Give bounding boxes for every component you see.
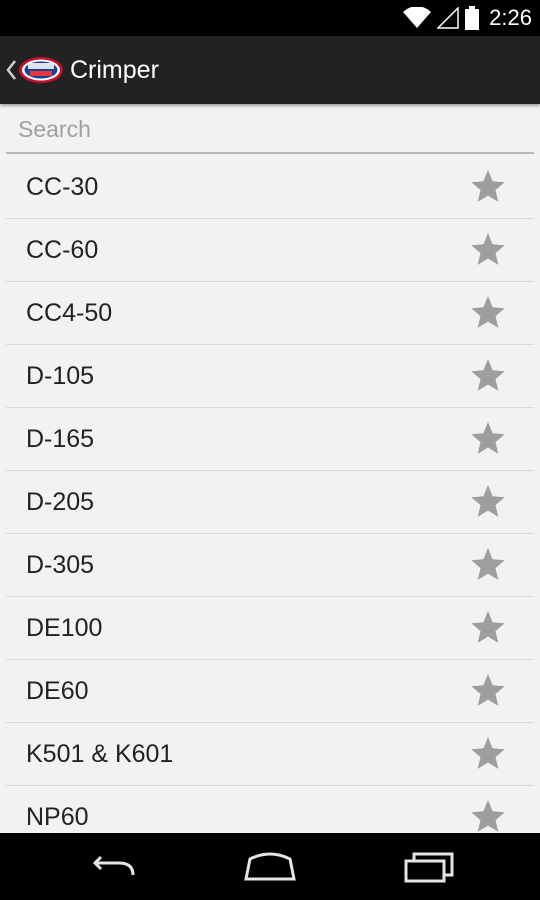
star-icon[interactable] (469, 609, 507, 647)
app-logo-icon[interactable] (18, 54, 64, 86)
star-icon[interactable] (469, 735, 507, 773)
list-item[interactable]: D-165 (6, 408, 534, 471)
star-icon[interactable] (469, 546, 507, 584)
list-item-label: NP60 (26, 802, 89, 831)
list-item-label: CC-60 (26, 235, 99, 264)
list-item-label: DE100 (26, 613, 103, 642)
star-icon[interactable] (469, 168, 507, 206)
status-icons: 2:26 (403, 0, 532, 36)
recents-icon[interactable] (398, 847, 458, 887)
status-bar: 2:26 (0, 0, 540, 36)
star-icon[interactable] (469, 294, 507, 332)
back-icon[interactable] (83, 847, 143, 887)
list-item[interactable]: D-205 (6, 471, 534, 534)
star-icon[interactable] (469, 231, 507, 269)
up-chevron-icon[interactable] (4, 56, 18, 84)
star-icon[interactable] (469, 483, 507, 521)
status-time: 2:26 (489, 5, 532, 30)
list-item[interactable]: D-105 (6, 345, 534, 408)
list-item[interactable]: NP60 (6, 786, 534, 833)
list-item-label: D-105 (26, 361, 95, 390)
navigation-bar (0, 833, 540, 900)
star-icon[interactable] (469, 420, 507, 458)
list-item[interactable]: DE60 (6, 660, 534, 723)
list-item[interactable]: CC4-50 (6, 282, 534, 345)
list-item-label: D-205 (26, 487, 95, 516)
crimper-list: CC-30 CC-60 CC4-50 D-105 D-165 D-205 D-305 DE10… (6, 156, 534, 833)
search-underline (6, 152, 534, 154)
list-item[interactable]: K501 & K601 (6, 723, 534, 786)
list-item[interactable]: CC-60 (6, 219, 534, 282)
list-item-label: CC-30 (26, 172, 99, 201)
search-bar (6, 106, 534, 154)
list-item[interactable]: D-305 (6, 534, 534, 597)
list-item-label: K501 & K601 (26, 739, 174, 768)
list-item-label: D-165 (26, 424, 95, 453)
screen-title: Crimper (70, 56, 159, 84)
cell-signal-icon (437, 7, 459, 29)
star-icon[interactable] (469, 798, 507, 833)
list-item-label: D-305 (26, 550, 95, 579)
list-item-label: DE60 (26, 676, 89, 705)
search-input[interactable] (6, 106, 534, 152)
list-item-label: CC4-50 (26, 298, 113, 327)
battery-icon (465, 6, 480, 30)
star-icon[interactable] (469, 357, 507, 395)
action-bar: Crimper (0, 36, 540, 104)
list-item[interactable]: DE100 (6, 597, 534, 660)
list-item[interactable]: CC-30 (6, 156, 534, 219)
home-icon[interactable] (240, 847, 300, 887)
star-icon[interactable] (469, 672, 507, 710)
wifi-icon (403, 7, 432, 28)
